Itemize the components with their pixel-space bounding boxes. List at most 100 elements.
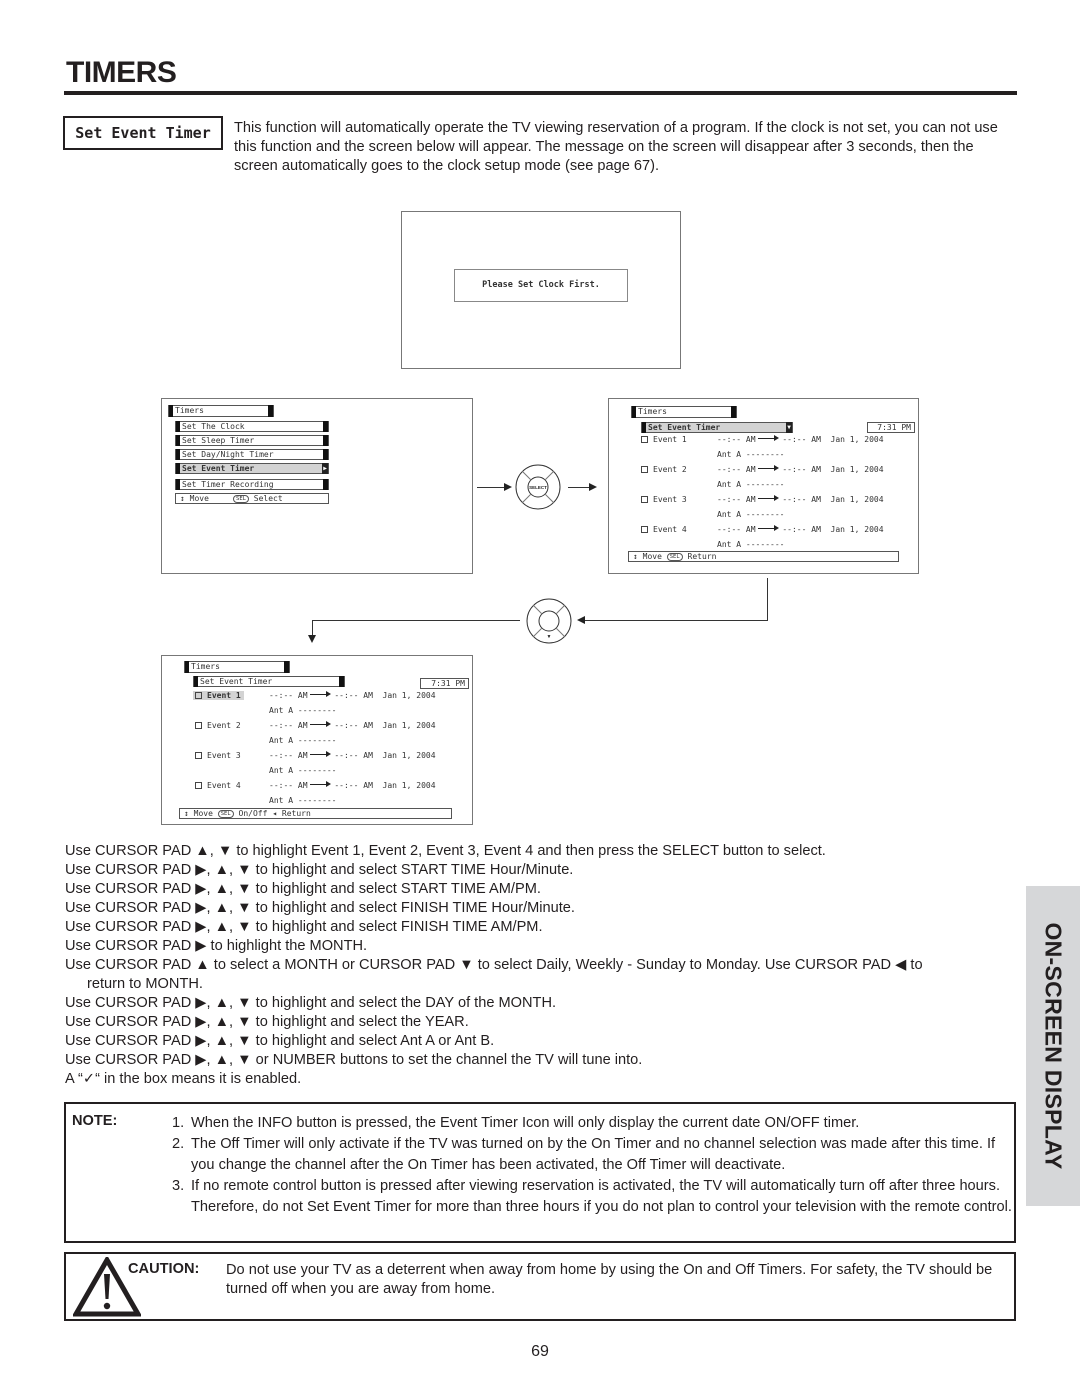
note-box: NOTE: 1. When the INFO button is pressed,… <box>64 1102 1016 1243</box>
subheader-label: Set Event Timer <box>648 423 721 432</box>
menu-item-set-event-timer[interactable]: Set Event Timer ▶ <box>175 463 329 474</box>
osd-header: Timers <box>184 661 290 673</box>
checkbox-icon[interactable] <box>195 782 202 789</box>
instruction-line: Use CURSOR PAD ▶, ▲, ▼ to highlight and … <box>65 919 543 935</box>
osd-footer: ↕ Move SEL Return <box>628 551 899 562</box>
flow-arrow-line <box>312 620 520 621</box>
footer-action: Return <box>687 552 717 561</box>
checkbox-icon[interactable] <box>195 722 202 729</box>
antenna: Ant A <box>269 766 294 775</box>
instruction-line: Use CURSOR PAD ▶, ▲, ▼ to highlight and … <box>65 995 557 1011</box>
note-item: 2. The Off Timer will only activate if th… <box>172 1134 1012 1176</box>
note-text: The Off Timer will only activate if the … <box>191 1136 996 1173</box>
up-down-icon: ↕ <box>633 552 638 561</box>
note-label: NOTE: <box>72 1113 118 1129</box>
antenna: Ant A <box>717 480 742 489</box>
page-title: TIMERS <box>66 56 177 89</box>
event-antenna: Ant A -------- <box>269 735 336 746</box>
osd-footer: ↕ Move SEL On/Off ◂ Return <box>179 808 452 819</box>
arrow-right-icon <box>309 781 331 787</box>
cursor-pad-down-icon: ▼ <box>526 598 572 644</box>
antenna: Ant A <box>717 540 742 549</box>
instruction-line: Use CURSOR PAD ▶ to highlight the MONTH. <box>65 938 368 954</box>
event-row[interactable]: Event 2 <box>641 464 687 475</box>
note-number: 2. <box>172 1136 185 1152</box>
arrow-right-icon <box>757 525 779 531</box>
checkbox-icon[interactable] <box>641 466 648 473</box>
flow-arrowhead <box>589 483 597 491</box>
osd-header: Timers <box>168 405 274 417</box>
start-time: --:-- AM <box>269 721 308 730</box>
flow-arrow-line <box>585 620 768 621</box>
menu-item-set-day-night-timer[interactable]: Set Day/Night Timer <box>175 449 329 460</box>
up-down-icon: ↕ <box>180 494 185 503</box>
event-row-highlighted[interactable]: Event 1 <box>193 690 244 701</box>
osd-footer: ↕ Move SEL Select <box>175 493 329 504</box>
instruction-line: A “✓“ in the box means it is enabled. <box>65 1071 302 1087</box>
footer-return: Return <box>281 809 311 818</box>
checkbox-icon[interactable] <box>195 692 202 699</box>
note-list: 1. When the INFO button is pressed, the E… <box>172 1113 1012 1218</box>
footer-action: On/Off <box>238 809 268 818</box>
clock-not-set-screen: Please Set Clock First. <box>401 211 681 369</box>
event-row[interactable]: Event 4 <box>195 780 241 791</box>
note-number: 1. <box>172 1115 185 1131</box>
arrow-right-icon <box>309 691 331 697</box>
note-text: When the INFO button is pressed, the Eve… <box>191 1115 860 1131</box>
menu-item-set-sleep-timer[interactable]: Set Sleep Timer <box>175 435 329 446</box>
set-event-timer-header: Set Event Timer <box>193 676 345 687</box>
event-row[interactable]: Event 1 <box>641 434 687 445</box>
instruction-line: Use CURSOR PAD ▶, ▲, ▼ to highlight and … <box>65 881 541 897</box>
instruction-line: return to MONTH. <box>87 976 203 992</box>
event-name: Event 3 <box>207 751 241 760</box>
footer-move: Move <box>642 552 662 561</box>
finish-time: --:-- AM <box>782 435 821 444</box>
event-antenna: Ant A -------- <box>269 795 336 806</box>
flow-arrow-line <box>477 487 506 488</box>
channel: -------- <box>297 796 337 805</box>
event-times: --:-- AM --:-- AM Jan 1, 2004 <box>717 494 884 505</box>
start-time: --:-- AM <box>269 751 308 760</box>
timers-menu-screen: Timers Set The Clock Set Sleep Timer Set… <box>161 398 473 574</box>
menu-item-set-the-clock[interactable]: Set The Clock <box>175 421 329 432</box>
finish-time: --:-- AM <box>334 691 373 700</box>
instruction-line: Use CURSOR PAD ▶, ▲, ▼ or NUMBER buttons… <box>65 1052 643 1068</box>
event-row[interactable]: Event 4 <box>641 524 687 535</box>
footer-move: Move <box>193 809 213 818</box>
event-timer-edit-screen: Timers Set Event Timer 7:31 PM Event 1 -… <box>161 655 473 825</box>
event-date: Jan 1, 2004 <box>830 435 884 444</box>
event-antenna: Ant A -------- <box>717 539 784 550</box>
checkbox-icon[interactable] <box>195 752 202 759</box>
channel: -------- <box>297 736 337 745</box>
instruction-line: Use CURSOR PAD ▶, ▲, ▼ to highlight and … <box>65 1033 495 1049</box>
finish-time: --:-- AM <box>334 781 373 790</box>
event-date: Jan 1, 2004 <box>830 525 884 534</box>
arrow-right-icon <box>309 721 331 727</box>
event-row[interactable]: Event 3 <box>195 750 241 761</box>
title-rule <box>64 91 1017 95</box>
antenna: Ant A <box>717 510 742 519</box>
section-label: Set Event Timer <box>63 116 223 150</box>
note-text: If no remote control button is pressed a… <box>191 1178 1012 1215</box>
channel: -------- <box>297 766 337 775</box>
start-time: --:-- AM <box>717 525 756 534</box>
event-row[interactable]: Event 2 <box>195 720 241 731</box>
event-name: Event 2 <box>653 465 687 474</box>
finish-time: --:-- AM <box>782 465 821 474</box>
footer-move: Move <box>189 494 209 503</box>
antenna: Ant A <box>269 706 294 715</box>
arrow-right-icon <box>309 751 331 757</box>
event-name: Event 1 <box>653 435 687 444</box>
clock-display: 7:31 PM <box>420 678 469 689</box>
checkbox-icon[interactable] <box>641 436 648 443</box>
intro-text: This function will automatically operate… <box>234 120 998 174</box>
checkbox-icon[interactable] <box>641 526 648 533</box>
event-times: --:-- AM --:-- AM Jan 1, 2004 <box>717 524 884 535</box>
menu-item-set-timer-recording[interactable]: Set Timer Recording <box>175 479 329 490</box>
event-times: --:-- AM --:-- AM Jan 1, 2004 <box>717 464 884 475</box>
event-row[interactable]: Event 3 <box>641 494 687 505</box>
finish-time: --:-- AM <box>334 751 373 760</box>
event-times: --:-- AM --:-- AM Jan 1, 2004 <box>269 750 436 761</box>
checkbox-icon[interactable] <box>641 496 648 503</box>
finish-time: --:-- AM <box>782 495 821 504</box>
